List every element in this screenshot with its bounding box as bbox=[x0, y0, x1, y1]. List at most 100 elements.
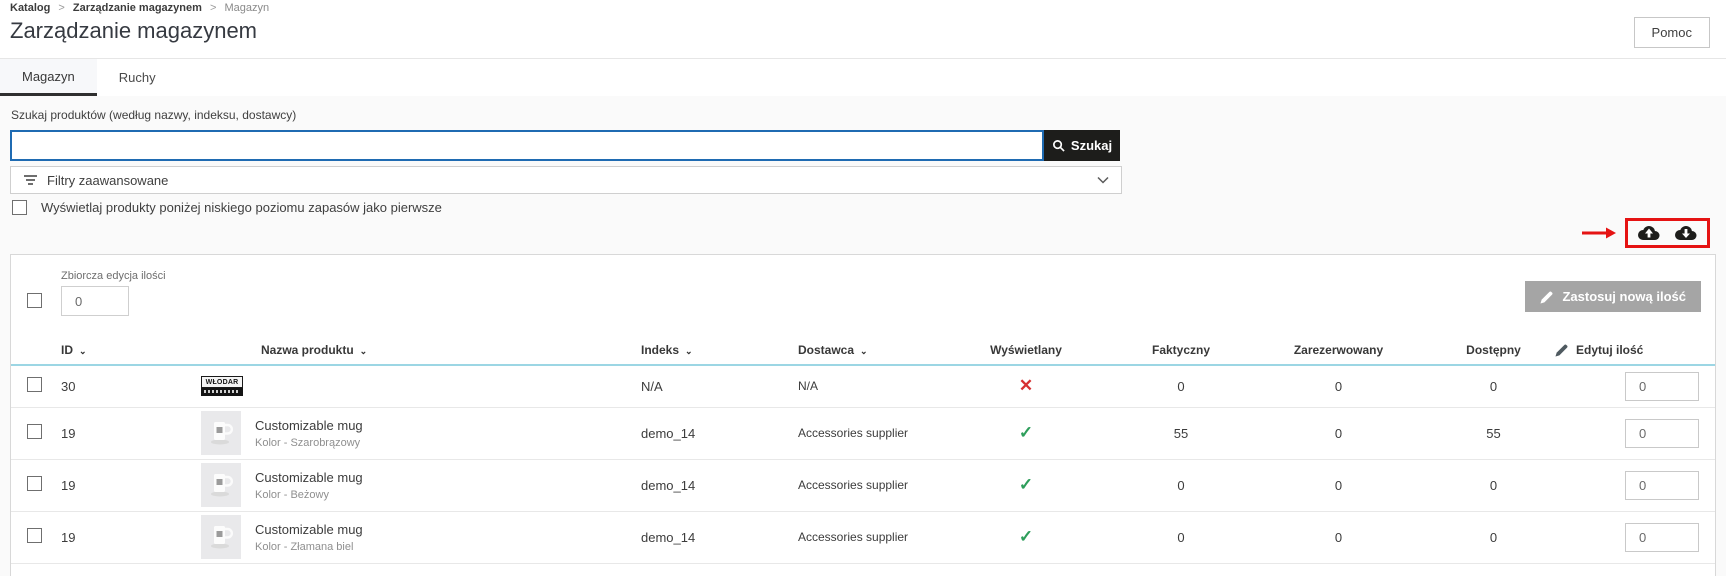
advanced-filters-label: Filtry zaawansowane bbox=[47, 173, 168, 188]
row-checkbox[interactable] bbox=[27, 476, 42, 491]
search-row: Szukaj bbox=[10, 130, 1120, 161]
product-variant: Kolor - Złamana biel bbox=[255, 541, 363, 553]
quantity-input[interactable] bbox=[1625, 419, 1699, 448]
annotation-overlay bbox=[1581, 218, 1710, 248]
search-input[interactable] bbox=[10, 130, 1044, 161]
sort-chevron-icon: ⌄ bbox=[685, 346, 693, 356]
apply-quantity-button[interactable]: Zastosuj nową ilość bbox=[1525, 281, 1701, 312]
top-bar: Katalog > Zarządzanie magazynem > Magazy… bbox=[0, 0, 1726, 58]
pencil-icon bbox=[1540, 290, 1554, 304]
column-header-index[interactable]: Indeks⌄ bbox=[641, 335, 786, 365]
column-header-reserved: Zarezerwowany bbox=[1261, 335, 1416, 365]
reserved-qty: 0 bbox=[1261, 407, 1416, 459]
advanced-filters-expander[interactable]: Filtry zaawansowane bbox=[10, 166, 1122, 194]
breadcrumb-item-katalog[interactable]: Katalog bbox=[10, 2, 50, 14]
search-label: Szukaj produktów (według nazwy, indeksu,… bbox=[11, 108, 296, 122]
tab-magazyn[interactable]: Magazyn bbox=[0, 59, 97, 96]
product-variant: Kolor - Beżowy bbox=[255, 489, 363, 501]
column-header-available: Dostępny bbox=[1416, 335, 1571, 365]
brand-logo: WŁODAR bbox=[201, 376, 243, 388]
reserved-qty: 0 bbox=[1261, 459, 1416, 511]
product-index: demo_14 bbox=[641, 407, 786, 459]
select-all-checkbox[interactable] bbox=[27, 293, 42, 308]
product-id: 19 bbox=[61, 511, 201, 563]
tab-strip: Magazyn Ruchy bbox=[0, 58, 1726, 96]
row-checkbox[interactable] bbox=[27, 424, 42, 439]
product-thumbnail bbox=[201, 515, 241, 559]
import-button[interactable] bbox=[1673, 224, 1699, 242]
column-header-displayed: Wyświetlany bbox=[951, 335, 1101, 365]
column-header-id[interactable]: ID⌄ bbox=[61, 335, 201, 365]
low-stock-checkbox[interactable] bbox=[12, 200, 27, 215]
column-header-edit-quantity: Edytuj ilość bbox=[1571, 335, 1715, 365]
product-thumbnail bbox=[201, 411, 241, 455]
column-header-supplier[interactable]: Dostawca⌄ bbox=[786, 335, 951, 365]
column-header-name[interactable]: Nazwa produktu⌄ bbox=[201, 335, 641, 365]
table-row: 30 WŁODAR N/A N/A ✕ 0 bbox=[11, 365, 1715, 407]
product-thumbnail bbox=[201, 463, 241, 507]
physical-qty: 0 bbox=[1101, 459, 1261, 511]
magnifier-icon bbox=[1052, 139, 1065, 152]
physical-qty: 55 bbox=[1101, 407, 1261, 459]
pencil-icon bbox=[1555, 343, 1569, 357]
cloud-upload-icon bbox=[1636, 224, 1662, 242]
product-name: Customizable mug bbox=[255, 470, 363, 485]
sort-chevron-icon: ⌄ bbox=[860, 346, 868, 356]
sort-chevron-icon: ⌄ bbox=[79, 346, 87, 356]
bulk-quantity-input[interactable] bbox=[61, 286, 129, 316]
chevron-down-icon bbox=[1097, 176, 1109, 184]
product-supplier: Accessories supplier bbox=[786, 407, 951, 459]
product-name: Customizable mug bbox=[255, 418, 363, 433]
red-arrow-icon bbox=[1581, 226, 1617, 240]
brand-logo-bar bbox=[201, 388, 243, 396]
stock-card: Zbiorcza edycja ilości Zastosuj nową ilo… bbox=[10, 254, 1716, 576]
stock-table: ID⌄ Nazwa produktu⌄ Indeks⌄ Dostawca⌄ Wy… bbox=[11, 335, 1715, 564]
quantity-input[interactable] bbox=[1625, 372, 1699, 401]
product-index: demo_14 bbox=[641, 511, 786, 563]
table-header-row: ID⌄ Nazwa produktu⌄ Indeks⌄ Dostawca⌄ Wy… bbox=[11, 335, 1715, 365]
displayed-icon: ✓ bbox=[1019, 527, 1033, 546]
row-checkbox[interactable] bbox=[27, 377, 42, 392]
export-button[interactable] bbox=[1636, 224, 1662, 242]
table-row: 19 Customizable mug Kolor - Szarobrązowy bbox=[11, 407, 1715, 459]
tab-ruchy[interactable]: Ruchy bbox=[97, 59, 178, 96]
product-id: 19 bbox=[61, 459, 201, 511]
row-checkbox[interactable] bbox=[27, 528, 42, 543]
low-stock-option-row: Wyświetlaj produkty poniżej niskiego poz… bbox=[12, 200, 442, 215]
header-checkbox-cell bbox=[11, 335, 61, 365]
breadcrumb-separator: > bbox=[58, 2, 64, 14]
bulk-edit-label: Zbiorcza edycja ilości bbox=[61, 270, 166, 282]
available-qty: 0 bbox=[1416, 459, 1571, 511]
annotation-highlight-box bbox=[1625, 218, 1710, 248]
filter-icon bbox=[23, 174, 38, 186]
sort-chevron-icon: ⌄ bbox=[360, 346, 368, 356]
available-qty: 55 bbox=[1416, 407, 1571, 459]
search-button[interactable]: Szukaj bbox=[1044, 130, 1120, 161]
not-displayed-icon: ✕ bbox=[1019, 376, 1033, 395]
cloud-download-icon bbox=[1673, 224, 1699, 242]
quantity-input[interactable] bbox=[1625, 523, 1699, 552]
quantity-input[interactable] bbox=[1625, 471, 1699, 500]
product-name: Customizable mug bbox=[255, 522, 363, 537]
breadcrumb-item-zarzadzanie[interactable]: Zarządzanie magazynem bbox=[73, 2, 202, 14]
help-button[interactable]: Pomoc bbox=[1634, 17, 1710, 48]
product-variant: Kolor - Szarobrązowy bbox=[255, 437, 363, 449]
product-supplier: Accessories supplier bbox=[786, 459, 951, 511]
physical-qty: 0 bbox=[1101, 365, 1261, 407]
reserved-qty: 0 bbox=[1261, 365, 1416, 407]
product-index: N/A bbox=[641, 365, 786, 407]
product-id: 30 bbox=[61, 365, 201, 407]
available-qty: 0 bbox=[1416, 365, 1571, 407]
product-supplier: N/A bbox=[786, 365, 951, 407]
product-supplier: Accessories supplier bbox=[786, 511, 951, 563]
product-thumbnail: WŁODAR bbox=[201, 376, 243, 396]
breadcrumb-item-magazyn: Magazyn bbox=[224, 2, 269, 14]
column-header-physical: Faktyczny bbox=[1101, 335, 1261, 365]
product-index: demo_14 bbox=[641, 459, 786, 511]
displayed-icon: ✓ bbox=[1019, 475, 1033, 494]
available-qty: 0 bbox=[1416, 511, 1571, 563]
low-stock-label: Wyświetlaj produkty poniżej niskiego poz… bbox=[41, 200, 442, 215]
apply-quantity-label: Zastosuj nową ilość bbox=[1562, 289, 1686, 304]
physical-qty: 0 bbox=[1101, 511, 1261, 563]
table-row: 19 Customizable mug Kolor - Złamana biel bbox=[11, 511, 1715, 563]
